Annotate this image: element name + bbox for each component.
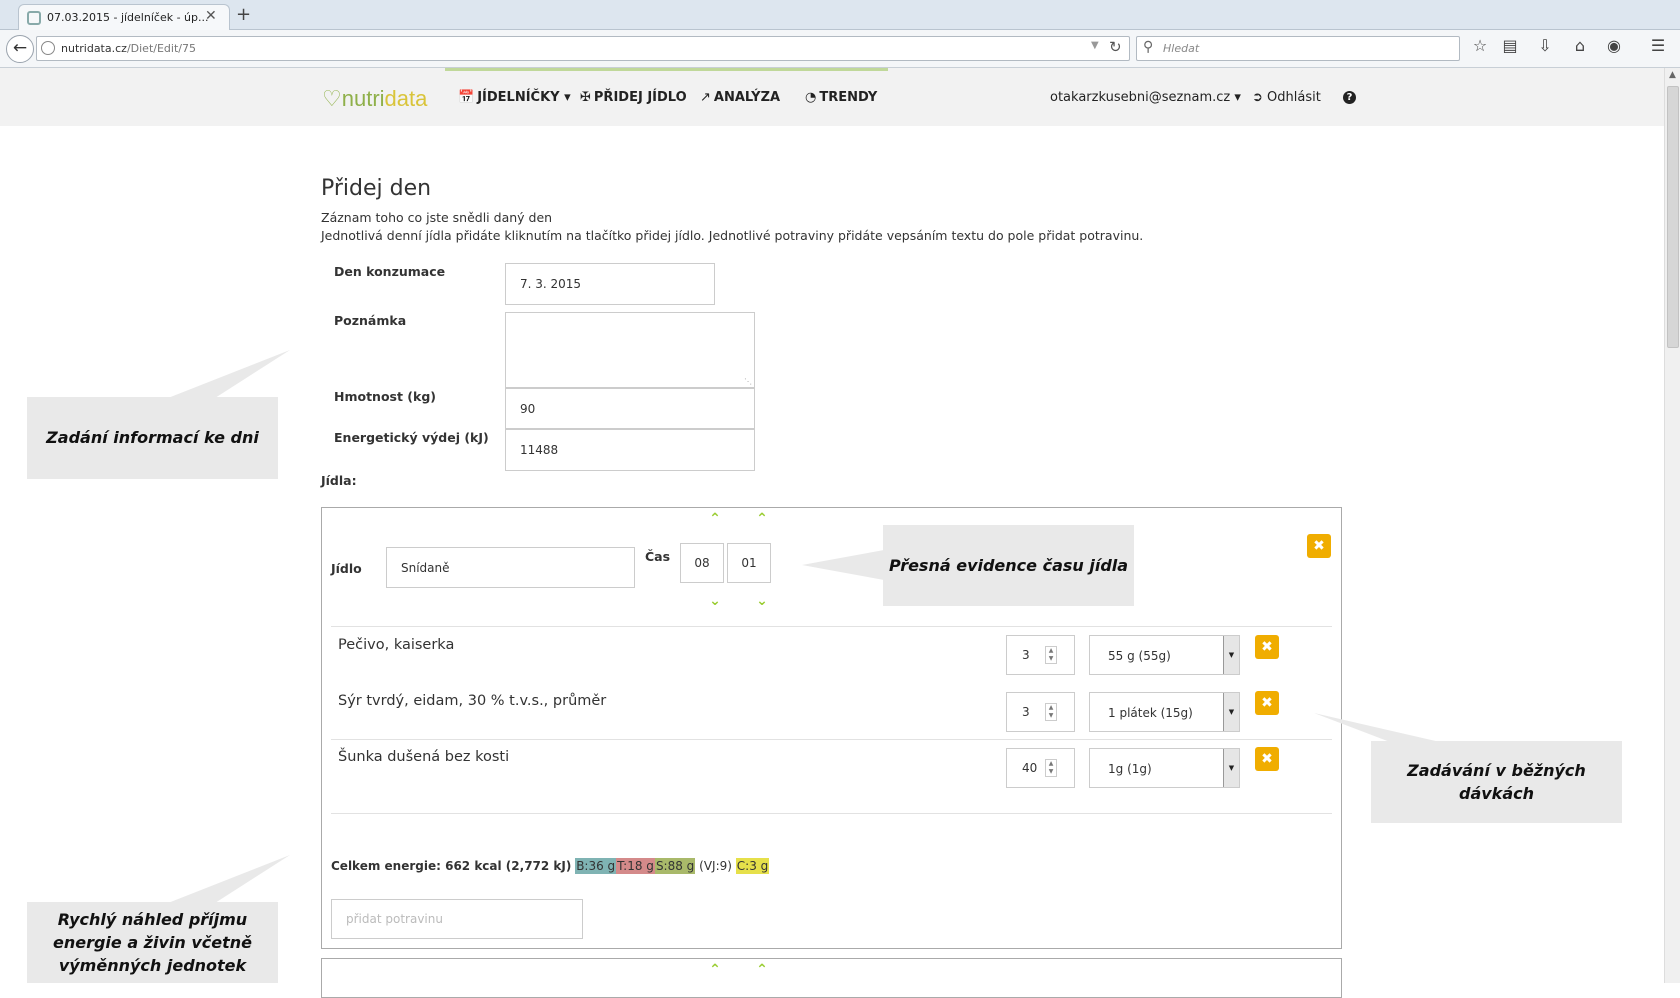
callout-pointer <box>1314 713 1440 742</box>
callout-pointers <box>168 350 1440 903</box>
callout-meal-time: Přesná evidence času jídla <box>883 525 1134 606</box>
callout-pointer <box>802 550 884 580</box>
callout-preview: Rychlý náhled příjmu energie a živin vče… <box>27 902 278 983</box>
callout-portions: Zadávání v běžných dávkách <box>1371 741 1622 823</box>
callout-pointer <box>168 855 290 903</box>
callout-pointer <box>168 350 290 398</box>
callout-day-info: Zadání informací ke dni <box>27 397 278 479</box>
